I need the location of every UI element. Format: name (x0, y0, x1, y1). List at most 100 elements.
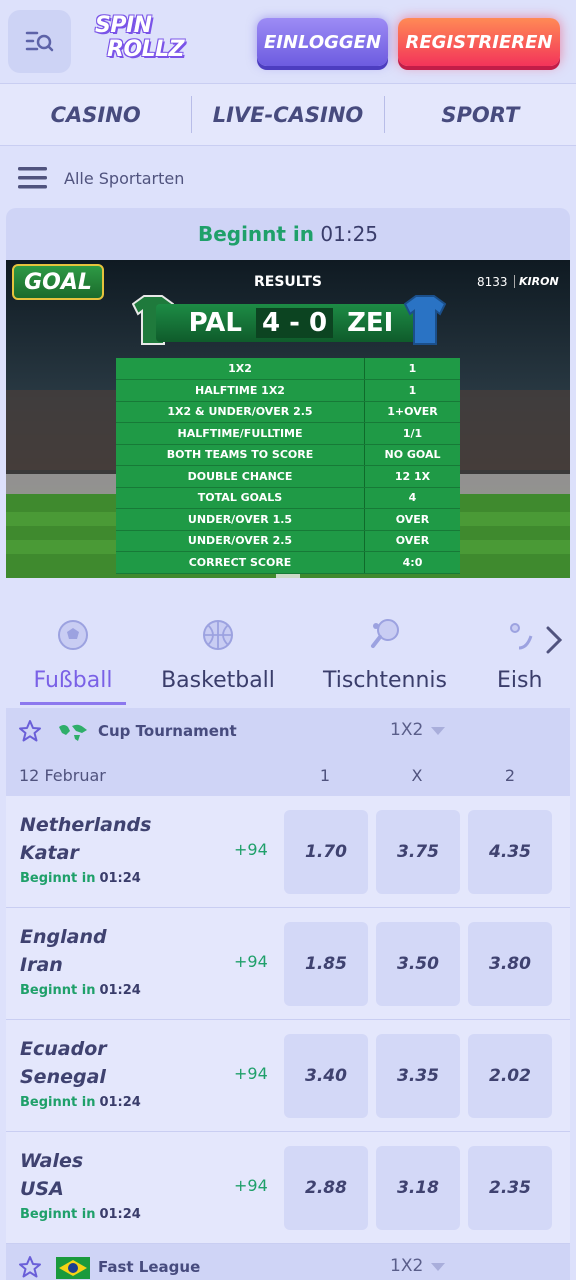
nav-live-casino[interactable]: LIVE-CASINO (192, 84, 383, 145)
start-time: 01:24 (99, 871, 141, 886)
market-result: 12 1X (364, 465, 460, 488)
header: SPIN ROLLZ EINLOGGEN REGISTRIEREN (0, 0, 576, 84)
result-row: UNDER/OVER 2.5 OVER (116, 530, 460, 552)
all-sports-menu[interactable]: Alle Sportarten (18, 162, 184, 194)
market-name: HALFTIME/FULLTIME (116, 422, 365, 445)
start-time: 01:24 (99, 1207, 141, 1222)
start-label: Beginnt in (20, 1207, 96, 1222)
match-row[interactable]: Ecuador Senegal Beginnt in 01:24 +94 3.40 3.35… (6, 1020, 570, 1132)
col-header-1: 1 (319, 766, 331, 785)
market-selector[interactable]: 1X2 (390, 720, 423, 740)
market-name: UNDER/OVER 1.5 (116, 508, 365, 531)
result-row: 1X2 1 (116, 358, 460, 380)
countdown-label: Beginnt in (197, 222, 315, 246)
odds-button[interactable]: 3.35 (376, 1034, 460, 1118)
tab-tischtennis[interactable]: Tischtennis (320, 600, 450, 704)
home-team-name: England (20, 926, 107, 948)
market-result: 1 (364, 358, 460, 380)
match-start: Beginnt in 01:24 (20, 871, 141, 886)
match-row[interactable]: Wales USA Beginnt in 01:24 +94 2.88 3.18 2.35 (6, 1132, 570, 1244)
start-label: Beginnt in (20, 1095, 96, 1110)
hamburger-icon (18, 167, 47, 189)
tab-basketball[interactable]: Basketball (158, 600, 278, 704)
active-tab-indicator (20, 702, 126, 705)
result-row: DOUBLE CHANCE 12 1X (116, 465, 460, 488)
main-nav: CASINO LIVE-CASINO SPORT (0, 84, 576, 146)
odds-button[interactable]: 3.80 (468, 922, 552, 1006)
match-start: Beginnt in 01:24 (20, 1207, 141, 1222)
more-markets-link[interactable]: +94 (234, 1064, 268, 1083)
result-row: HALFTIME 1X2 1 (116, 379, 460, 402)
odds-button[interactable]: 3.75 (376, 810, 460, 894)
market-result: 4:0 (364, 551, 460, 574)
col-header-2: 2 (504, 766, 516, 785)
spinrollz-logo[interactable]: SPIN ROLLZ (95, 14, 187, 70)
tournament-header: Fast League 1X2 (6, 1244, 570, 1280)
provider-logo: KIRON (514, 275, 559, 288)
soccer-ball-icon (58, 620, 88, 650)
odds-button[interactable]: 3.40 (284, 1034, 368, 1118)
sport-tabs: Fußball Basketball Tischtennis Eish (0, 600, 576, 708)
ice-hockey-icon (510, 623, 533, 650)
register-button[interactable]: REGISTRIEREN (398, 18, 560, 66)
result-row: 1X2 & UNDER/OVER 2.5 1+OVER (116, 401, 460, 423)
odds-button[interactable]: 4.35 (468, 810, 552, 894)
away-team: ZEI (347, 308, 394, 338)
chevron-down-icon[interactable] (430, 1262, 446, 1272)
odds-button[interactable]: 3.50 (376, 922, 460, 1006)
live-video-player[interactable]: GOAL RESULTS 8133 KIRON PAL 4 - 0 ZEI 1X… (6, 260, 570, 578)
odds-button[interactable]: 3.18 (376, 1146, 460, 1230)
market-name: DOUBLE CHANCE (116, 465, 365, 488)
chevron-down-icon[interactable] (430, 726, 446, 736)
odds-button[interactable]: 2.88 (284, 1146, 368, 1230)
home-team-name: Ecuador (20, 1038, 107, 1060)
market-selector[interactable]: 1X2 (390, 1256, 423, 1276)
login-button[interactable]: EINLOGGEN (257, 18, 388, 66)
basketball-icon (203, 620, 233, 650)
results-table: 1X2 1 HALFTIME 1X2 1 1X2 & UNDER/OVER 2.5 1+O… (116, 358, 460, 574)
nav-casino[interactable]: CASINO (0, 84, 191, 145)
market-result: OVER (364, 530, 460, 552)
market-result: 1+OVER (364, 401, 460, 423)
odds-button[interactable]: 2.35 (468, 1146, 552, 1230)
match-start: Beginnt in 01:24 (20, 1095, 141, 1110)
scoreboard: PAL 4 - 0 ZEI (156, 304, 426, 342)
tab-fussball[interactable]: Fußball (20, 600, 126, 704)
away-team-name: Katar (20, 842, 79, 864)
result-row: BOTH TEAMS TO SCORE NO GOAL (116, 444, 460, 466)
more-markets-link[interactable]: +94 (234, 840, 268, 859)
countdown-time: 01:25 (320, 222, 379, 246)
favorite-star-icon[interactable] (18, 719, 42, 743)
brazil-flag-icon (56, 1257, 90, 1279)
match-row[interactable]: Netherlands Katar Beginnt in 01:24 +94 1.70 3.… (6, 796, 570, 908)
match-start: Beginnt in 01:24 (20, 983, 141, 998)
nav-sport[interactable]: SPORT (385, 84, 576, 145)
more-markets-link[interactable]: +94 (234, 952, 268, 971)
world-map-flag-icon (59, 724, 87, 741)
logo-line-1: SPIN (95, 13, 152, 38)
tab-label: Fußball (33, 668, 113, 693)
favorite-star-icon[interactable] (18, 1255, 42, 1279)
start-time: 01:24 (99, 1095, 141, 1110)
tab-label: Basketball (161, 668, 275, 693)
all-sports-label: Alle Sportarten (64, 168, 185, 188)
match-row[interactable]: England Iran Beginnt in 01:24 +94 1.85 3.50 3.8… (6, 908, 570, 1020)
market-result: OVER (364, 508, 460, 531)
market-name: 1X2 (116, 358, 365, 380)
match-id: 8133 (477, 275, 508, 289)
result-row: CORRECT SCORE 4:0 (116, 551, 460, 574)
market-name: CORRECT SCORE (116, 551, 365, 574)
odds-button[interactable]: 1.85 (284, 922, 368, 1006)
away-team-name: USA (20, 1178, 64, 1200)
tournament-header: Cup Tournament 1X2 (6, 708, 570, 754)
market-name: TOTAL GOALS (116, 487, 365, 509)
market-result: 4 (364, 487, 460, 509)
odds-button[interactable]: 1.70 (284, 810, 368, 894)
odds-button[interactable]: 2.02 (468, 1034, 552, 1118)
more-markets-link[interactable]: +94 (234, 1176, 268, 1195)
search-menu-button[interactable] (8, 10, 71, 73)
result-row: TOTAL GOALS 4 (116, 487, 460, 509)
chevron-right-icon[interactable] (540, 622, 570, 658)
start-time: 01:24 (99, 983, 141, 998)
home-team-name: Wales (20, 1150, 84, 1172)
